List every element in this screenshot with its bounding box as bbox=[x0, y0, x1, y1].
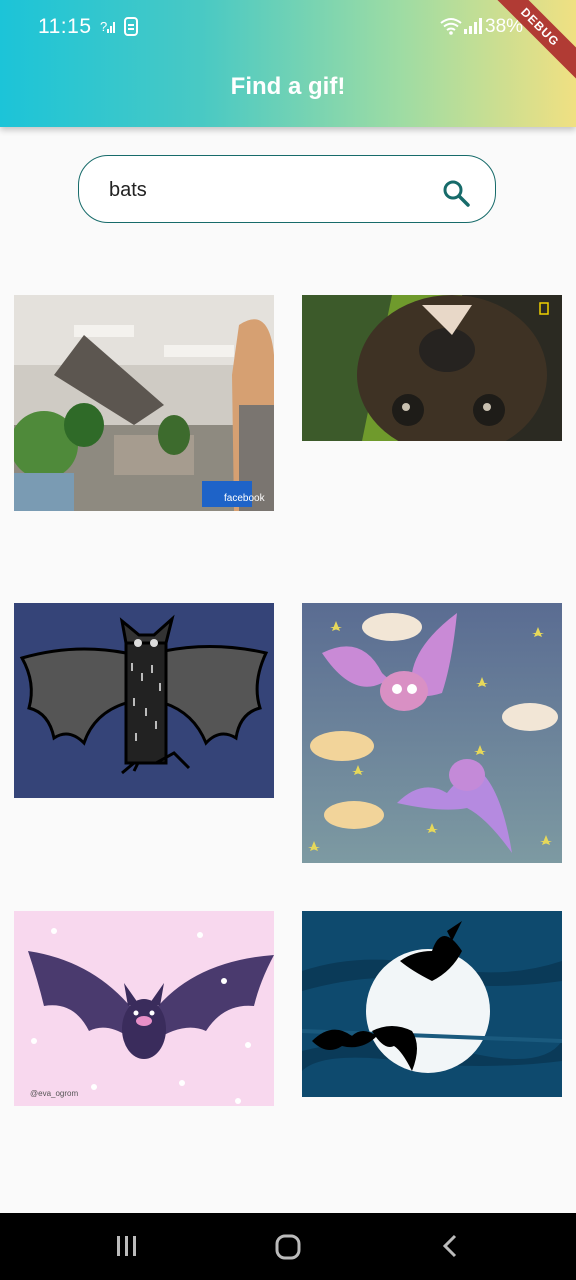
gif-tile[interactable]: facebook bbox=[14, 295, 274, 511]
status-time: 11:15 bbox=[38, 15, 92, 38]
status-bar: 11:15 ? 38% DEBUG bbox=[0, 0, 576, 85]
search-input[interactable] bbox=[107, 174, 431, 206]
page-title: Find a gif! bbox=[230, 73, 346, 100]
gif-tile[interactable] bbox=[302, 911, 562, 1097]
gif-hanging-fruit-bat bbox=[302, 295, 562, 441]
signal-unknown-icon: ? bbox=[100, 19, 115, 34]
wifi-icon bbox=[440, 18, 462, 35]
gif-artist-tag: @eva_ogrom bbox=[30, 1089, 78, 1098]
search-icon[interactable] bbox=[441, 178, 471, 208]
gif-purple-cartoon-bats bbox=[302, 603, 562, 863]
gif-tile[interactable] bbox=[14, 603, 274, 798]
search-bar bbox=[78, 155, 496, 223]
system-nav-bar bbox=[0, 1213, 576, 1280]
gif-pink-bat-illustration: @eva_ogrom bbox=[14, 911, 274, 1106]
app-header: 11:15 ? 38% DEBUG Find a gif! bbox=[0, 0, 576, 127]
gif-office-scene: facebook bbox=[14, 295, 274, 511]
debug-banner: DEBUG bbox=[482, 0, 576, 85]
gif-tile[interactable]: @eva_ogrom bbox=[14, 911, 274, 1106]
gif-tile[interactable] bbox=[302, 603, 562, 863]
gif-tile[interactable] bbox=[302, 295, 562, 441]
sim-icon bbox=[124, 17, 138, 36]
recent-apps-icon[interactable] bbox=[114, 1233, 140, 1259]
home-icon[interactable] bbox=[274, 1233, 302, 1261]
cell-signal-icon bbox=[464, 18, 482, 34]
back-icon[interactable] bbox=[440, 1233, 460, 1259]
gif-bat-silhouettes-moon bbox=[302, 911, 562, 1097]
gif-drawn-bat bbox=[14, 603, 274, 798]
svg-text:?: ? bbox=[100, 19, 107, 34]
gif-watermark: facebook bbox=[224, 493, 266, 504]
